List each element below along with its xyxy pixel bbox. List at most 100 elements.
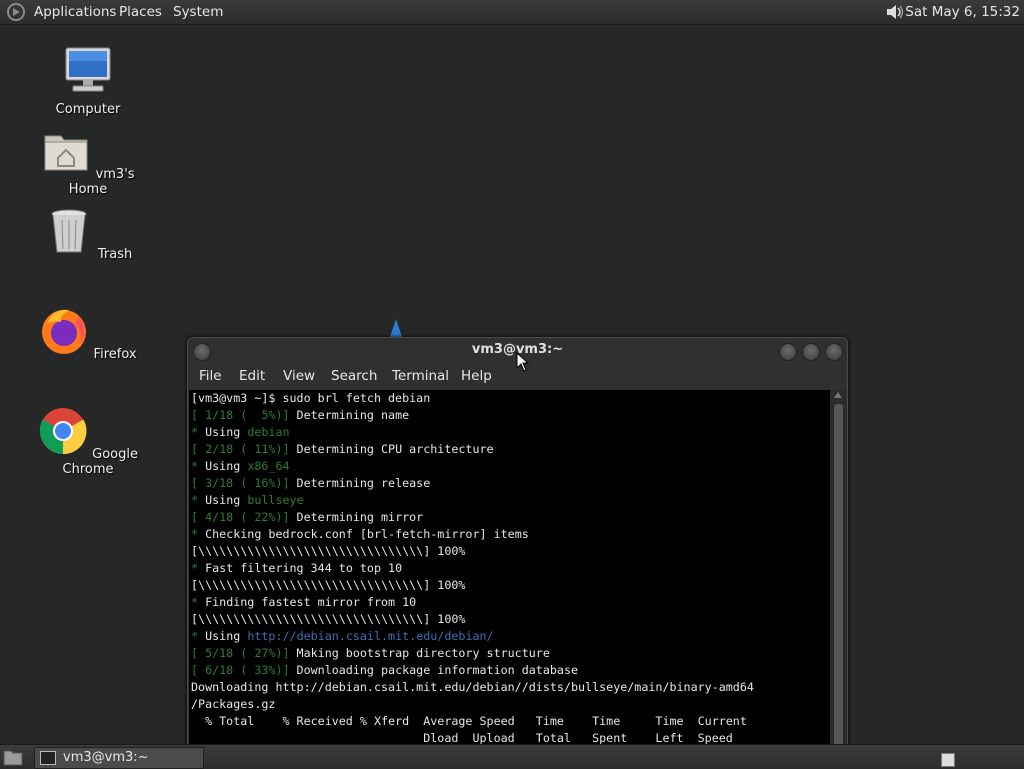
terminal-text: Finding fastest mirror from 10 xyxy=(198,595,417,609)
terminal-text: * xyxy=(191,595,199,609)
maximize-button[interactable] xyxy=(802,343,820,361)
terminal-text: Determining release xyxy=(289,476,431,490)
firefox-icon xyxy=(42,309,87,354)
terminal-icon xyxy=(40,751,56,765)
terminal-text: % Total % Received % Xferd Average Speed… xyxy=(191,714,747,728)
terminal-line: [ 3/18 ( 16%)] Determining release xyxy=(189,475,830,492)
terminal-line: [ 4/18 ( 22%)] Determining mirror xyxy=(189,509,830,526)
terminal-line: [ 6/18 ( 33%)] Downloading package infor… xyxy=(189,662,830,679)
terminal-line: * Using x86_64 xyxy=(189,458,830,475)
scrollbar[interactable] xyxy=(831,390,846,758)
terminal-text: * xyxy=(191,459,199,473)
terminal-text: Downloading http://debian.csail.mit.edu/… xyxy=(191,680,754,694)
terminal-text: http://debian.csail.mit.edu/debian/ xyxy=(247,629,494,643)
terminal-text: * xyxy=(191,629,199,643)
terminal-line: Downloading http://debian.csail.mit.edu/… xyxy=(189,679,830,696)
menu-edit[interactable]: Edit xyxy=(239,368,265,384)
terminal-line: * Using bullseye xyxy=(189,492,830,509)
terminal-text: /Packages.gz xyxy=(191,697,276,711)
terminal-line: [vm3@vm3 ~]$ sudo brl fetch debian xyxy=(189,390,830,407)
volume-icon[interactable] xyxy=(884,2,906,22)
terminal-text: * xyxy=(191,493,199,507)
terminal-text: * xyxy=(191,527,199,541)
bottom-panel: vm3@vm3:~ xyxy=(0,744,1024,769)
terminal-line: * Finding fastest mirror from 10 xyxy=(189,594,830,611)
terminal-text: Determining CPU architecture xyxy=(289,442,494,456)
terminal-line: * Checking bedrock.conf [brl-fetch-mirro… xyxy=(189,526,830,543)
terminal-text: [ 3/18 ( 16%)] xyxy=(191,476,290,490)
desktop-icon-label: Computer xyxy=(55,102,121,117)
terminal-text: [\\\\\\\\\\\\\\\\\\\\\\\\\\\\\\\\] 100% xyxy=(191,544,466,558)
menu-help[interactable]: Help xyxy=(461,368,492,384)
terminal-text: Using xyxy=(198,459,248,473)
terminal-text: * xyxy=(191,561,199,575)
terminal-line: [ 5/18 ( 27%)] Making bootstrap director… xyxy=(189,645,830,662)
terminal-text: Downloading package information database xyxy=(289,663,579,677)
terminal-text: Checking bedrock.conf [brl-fetch-mirror]… xyxy=(198,527,529,541)
terminal-text: Determining mirror xyxy=(289,510,424,524)
trash-icon xyxy=(51,209,87,253)
menu-applications[interactable]: Applications xyxy=(34,3,116,21)
terminal-line: * Using debian xyxy=(189,424,830,441)
terminal-line: [\\\\\\\\\\\\\\\\\\\\\\\\\\\\\\\\] 100% xyxy=(189,543,830,560)
terminal-text: * xyxy=(191,425,199,439)
terminal-text: [\\\\\\\\\\\\\\\\\\\\\\\\\\\\\\\\] 100% xyxy=(191,578,466,592)
terminal-text: [vm3@vm3 ~]$ sudo brl fetch debian xyxy=(191,391,431,405)
terminal-line: * Using http://debian.csail.mit.edu/debi… xyxy=(189,628,830,645)
scroll-up-arrow-icon[interactable] xyxy=(834,392,842,398)
menu-view[interactable]: View xyxy=(283,368,315,384)
menu-search[interactable]: Search xyxy=(331,368,377,384)
gnome-foot-logo-icon[interactable] xyxy=(6,2,26,22)
terminal-text: Fast filtering 344 to top 10 xyxy=(198,561,403,575)
arrow-caret-icon xyxy=(390,319,402,337)
desktop-icon-firefox[interactable]: Firefox xyxy=(33,306,143,362)
mouse-pointer-icon xyxy=(516,352,530,372)
terminal-line: [\\\\\\\\\\\\\\\\\\\\\\\\\\\\\\\\] 100% xyxy=(189,611,830,628)
desktop-icon-computer[interactable]: Computer xyxy=(33,46,143,117)
minimize-button[interactable] xyxy=(779,343,797,361)
terminal-text: [ 6/18 ( 33%)] xyxy=(191,663,290,677)
terminal-text: x86_64 xyxy=(247,459,290,473)
menu-terminal[interactable]: Terminal xyxy=(392,368,449,384)
taskbar-button-label: vm3@vm3:~ xyxy=(63,750,149,765)
desktop-icon-label: Firefox xyxy=(93,347,137,362)
terminal-output[interactable]: [vm3@vm3 ~]$ sudo brl fetch debian [ 1/18… xyxy=(189,390,830,758)
scrollbar-thumb[interactable] xyxy=(834,404,843,758)
terminal-text: Making bootstrap directory structure xyxy=(289,646,550,660)
terminal-text: [ 1/18 ( 5%)] xyxy=(191,408,290,422)
home-folder-icon xyxy=(44,135,88,171)
terminal-window[interactable]: vm3@vm3:~ File Edit View Search Terminal… xyxy=(187,337,848,759)
chrome-icon xyxy=(39,408,87,455)
show-desktop-icon[interactable] xyxy=(3,748,23,766)
menu-system[interactable]: System xyxy=(173,3,223,21)
terminal-line: [ 1/18 ( 5%)] Determining name xyxy=(189,407,830,424)
terminal-text: [ 4/18 ( 22%)] xyxy=(191,510,290,524)
computer-icon xyxy=(65,47,111,92)
terminal-line: /Packages.gz xyxy=(189,696,830,713)
terminal-text: [ 5/18 ( 27%)] xyxy=(191,646,290,660)
terminal-text: bullseye xyxy=(247,493,304,507)
terminal-line: [\\\\\\\\\\\\\\\\\\\\\\\\\\\\\\\\] 100% xyxy=(189,577,830,594)
desktop-icon-label: Trash xyxy=(97,247,133,262)
terminal-text: [\\\\\\\\\\\\\\\\\\\\\\\\\\\\\\\\] 100% xyxy=(191,612,466,626)
terminal-text: Dload Upload Total Spent Left Speed xyxy=(191,731,733,745)
desktop-icon-trash[interactable]: Trash xyxy=(33,206,143,262)
taskbar-button-terminal[interactable]: vm3@vm3:~ xyxy=(34,747,204,769)
desktop-icon-home[interactable]: vm3's Home xyxy=(33,126,143,197)
menu-file[interactable]: File xyxy=(199,368,222,384)
terminal-text: Using xyxy=(198,629,248,643)
terminal-line: * Fast filtering 344 to top 10 xyxy=(189,560,830,577)
clock[interactable]: Sat May 6, 15:32 xyxy=(905,3,1020,21)
terminal-line: % Total % Received % Xferd Average Speed… xyxy=(189,713,830,730)
close-button[interactable] xyxy=(825,343,843,361)
terminal-text: Using xyxy=(198,493,248,507)
terminal-text: Determining name xyxy=(289,408,410,422)
top-panel: Applications Places System Sat May 6, 15… xyxy=(0,0,1024,25)
terminal-text: [ 2/18 ( 11%)] xyxy=(191,442,290,456)
terminal-text: debian xyxy=(247,425,290,439)
terminal-line: [ 2/18 ( 11%)] Determining CPU architect… xyxy=(189,441,830,458)
terminal-text: Using xyxy=(198,425,248,439)
workspace-switcher[interactable] xyxy=(941,753,955,767)
menu-places[interactable]: Places xyxy=(119,3,162,21)
desktop-icon-chrome[interactable]: Google Chrome xyxy=(33,406,143,477)
